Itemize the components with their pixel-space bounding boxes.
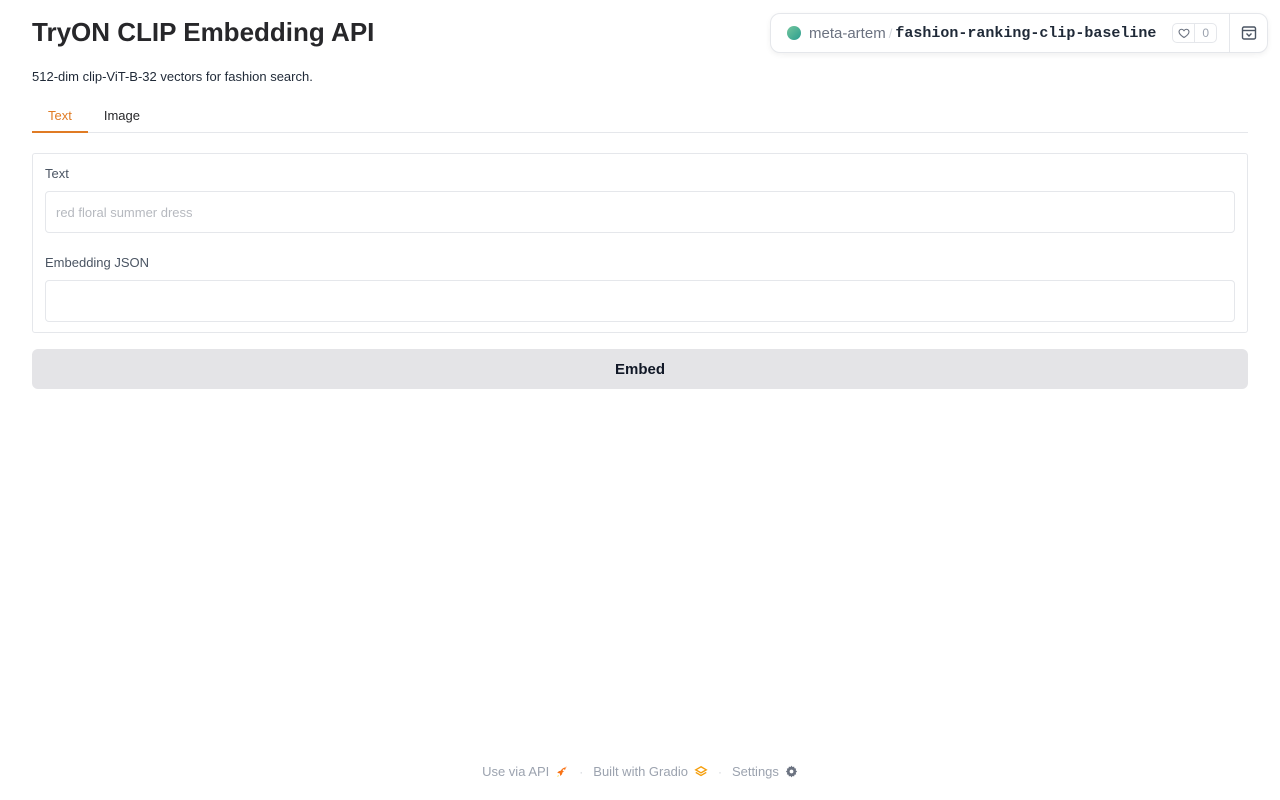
- tab-bar: Text Image: [32, 100, 1248, 133]
- like-button[interactable]: 0: [1172, 23, 1217, 43]
- space-avatar-icon: [787, 26, 801, 40]
- built-with-gradio-link[interactable]: Built with Gradio: [593, 764, 708, 779]
- tab-text[interactable]: Text: [32, 100, 88, 133]
- text-field-label: Text: [45, 166, 69, 181]
- embedding-json-label: Embedding JSON: [45, 255, 150, 270]
- space-owner[interactable]: meta-artem: [809, 25, 886, 42]
- heart-icon: [1173, 24, 1196, 42]
- embedding-json-output[interactable]: [45, 280, 1235, 322]
- built-with-gradio-label: Built with Gradio: [593, 764, 688, 779]
- collapse-header-button[interactable]: [1229, 14, 1267, 52]
- footer-separator: ·: [717, 764, 722, 779]
- embed-button[interactable]: Embed: [32, 349, 1248, 389]
- rocket-icon: [557, 765, 568, 777]
- gradio-logo-icon: [694, 765, 708, 776]
- space-header-badge: meta-artem / fashion-ranking-clip-baseli…: [770, 13, 1268, 53]
- like-count: 0: [1202, 26, 1209, 40]
- tab-image[interactable]: Image: [88, 100, 156, 133]
- gear-icon: [785, 765, 798, 778]
- text-input[interactable]: [45, 191, 1235, 233]
- footer: Use via API · Built with Gradio · Settin…: [0, 764, 1280, 779]
- use-via-api-link[interactable]: Use via API: [482, 764, 569, 779]
- settings-label: Settings: [731, 764, 779, 779]
- space-repo-name[interactable]: fashion-ranking-clip-baseline: [895, 25, 1156, 42]
- space-separator: /: [888, 25, 893, 41]
- space-identity[interactable]: meta-artem / fashion-ranking-clip-baseli…: [771, 14, 1172, 52]
- page-title: TryON CLIP Embedding API: [32, 17, 375, 47]
- page-description: 512-dim clip-ViT-B-32 vectors for fashio…: [32, 69, 313, 84]
- collapse-icon: [1241, 26, 1256, 40]
- text-tab-panel: Text Embedding JSON: [32, 153, 1248, 333]
- use-via-api-label: Use via API: [482, 764, 550, 779]
- settings-link[interactable]: Settings: [732, 764, 798, 779]
- footer-separator: ·: [579, 764, 584, 779]
